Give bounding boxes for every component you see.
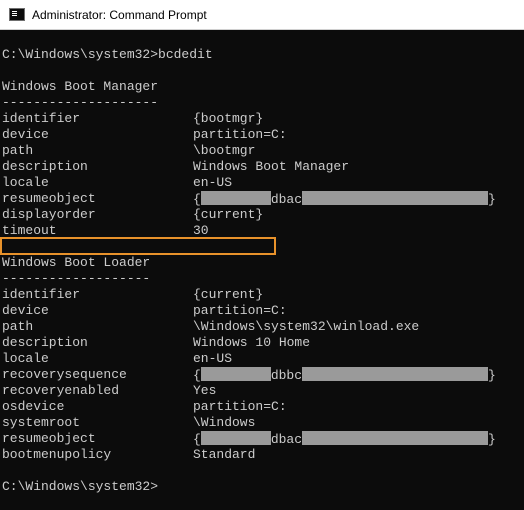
command-prompt-window: Administrator: Command Prompt C:\Windows…: [0, 0, 524, 510]
window-title: Administrator: Command Prompt: [32, 7, 207, 22]
boot-manager-header: Windows Boot Manager: [2, 79, 159, 94]
bcd-entry: locale en-US: [0, 351, 524, 367]
bcd-entry-highlighted: displayorder {current}: [0, 207, 524, 223]
guid-fragment: dbac: [270, 192, 303, 207]
entry-value: {current}: [193, 287, 264, 302]
redaction-block: [200, 367, 271, 381]
guid-close-brace: }: [488, 368, 496, 383]
bcd-entry: bootmenupolicy Standard: [0, 447, 524, 463]
guid-close-brace: }: [488, 432, 496, 447]
entry-key: recoverysequence: [2, 367, 127, 382]
entry-value-redacted: { dbac}: [193, 431, 496, 448]
entry-value: \Windows\system32\winload.exe: [193, 319, 420, 334]
guid-open-brace: {: [193, 432, 201, 447]
redaction-block: [302, 367, 489, 381]
entry-key: identifier: [2, 287, 81, 302]
entry-key: device: [2, 127, 49, 142]
entry-value: Windows 10 Home: [193, 335, 311, 350]
entry-key: recoveryenabled: [2, 383, 120, 398]
command-prompt[interactable]: C:\Windows\system32>: [0, 479, 524, 495]
bcd-entry: description Windows Boot Manager: [0, 159, 524, 175]
bcd-entry: path \Windows\system32\winload.exe: [0, 319, 524, 335]
entry-value: Windows Boot Manager: [193, 159, 350, 174]
guid-close-brace: }: [488, 192, 496, 207]
entry-value: partition=C:: [193, 303, 287, 318]
entry-key: identifier: [2, 111, 81, 126]
boot-loader-header: Windows Boot Loader: [2, 255, 151, 270]
bcd-entry: path \bootmgr: [0, 143, 524, 159]
entry-key: osdevice: [2, 399, 65, 414]
guid-open-brace: {: [193, 368, 201, 383]
guid-fragment: dbac: [270, 432, 303, 447]
redaction-block: [302, 191, 489, 205]
displayorder-highlight-box: [0, 237, 276, 255]
bcd-entry: recoveryenabled Yes: [0, 383, 524, 399]
bcd-entry: osdevice partition=C:: [0, 399, 524, 415]
bcd-entry: resumeobject { dbac}: [0, 431, 524, 447]
bcd-entry: device partition=C:: [0, 303, 524, 319]
cmd-icon: [9, 8, 25, 21]
guid-fragment: dbbc: [270, 368, 303, 383]
bcd-entry: identifier {current}: [0, 287, 524, 303]
bcd-entry: locale en-US: [0, 175, 524, 191]
redaction-block: [200, 191, 271, 205]
entry-value: partition=C:: [193, 127, 287, 142]
entry-value-redacted: { dbbc}: [193, 367, 496, 384]
entry-value: Yes: [193, 383, 217, 398]
bcd-entry: description Windows 10 Home: [0, 335, 524, 351]
entry-key: displayorder: [2, 207, 96, 222]
entry-value: en-US: [193, 351, 233, 366]
entry-value-redacted: { dbac}: [193, 191, 496, 208]
entry-value: en-US: [193, 175, 233, 190]
entry-value: {current}: [193, 207, 264, 222]
bcd-entry: systemroot \Windows: [0, 415, 524, 431]
entry-key: resumeobject: [2, 431, 96, 446]
entry-key: path: [2, 319, 34, 334]
guid-open-brace: {: [193, 192, 201, 207]
entry-key: description: [2, 159, 88, 174]
entry-value: Standard: [193, 447, 256, 462]
redaction-block: [302, 431, 489, 445]
entry-value: \Windows: [193, 415, 256, 430]
entry-key: device: [2, 303, 49, 318]
entry-value: partition=C:: [193, 399, 287, 414]
entry-key: path: [2, 143, 34, 158]
entry-key: locale: [2, 175, 49, 190]
entry-key: bootmenupolicy: [2, 447, 112, 462]
entry-value: {bootmgr}: [193, 111, 264, 126]
entry-key: systemroot: [2, 415, 81, 430]
entry-key: resumeobject: [2, 191, 96, 206]
redaction-block: [200, 431, 271, 445]
entry-key: description: [2, 335, 88, 350]
command-line: C:\Windows\system32>bcdedit: [2, 47, 213, 62]
bcd-entry: resumeobject { dbac}: [0, 191, 524, 207]
bcd-entry: identifier {bootmgr}: [0, 111, 524, 127]
title-bar[interactable]: Administrator: Command Prompt: [0, 0, 524, 30]
entry-key: locale: [2, 351, 49, 366]
boot-loader-underline: -------------------: [2, 271, 151, 286]
entry-value: \bootmgr: [193, 143, 256, 158]
console-output[interactable]: C:\Windows\system32>bcdedit Windows Boot…: [0, 31, 524, 510]
bcd-entry: device partition=C:: [0, 127, 524, 143]
boot-manager-underline: --------------------: [2, 95, 159, 110]
bcd-entry: recoverysequence { dbbc}: [0, 367, 524, 383]
